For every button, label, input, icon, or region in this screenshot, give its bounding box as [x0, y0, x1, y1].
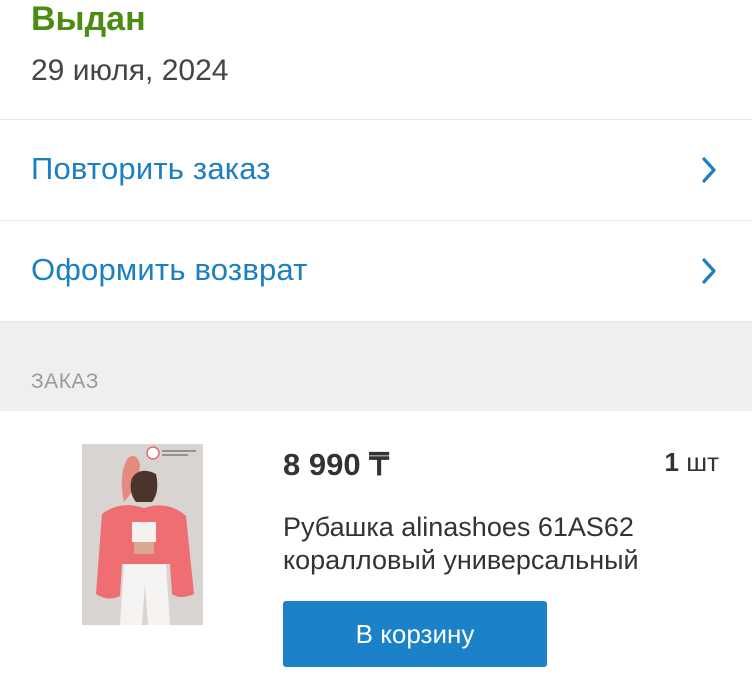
item-quantity-unit: шт — [686, 447, 719, 477]
section-title: ЗАКАЗ — [31, 370, 99, 393]
item-quantity-number: 1 — [664, 447, 679, 477]
item-quantity: 1 шт — [665, 447, 719, 478]
chevron-right-icon — [696, 155, 722, 185]
order-status: Выдан — [31, 0, 146, 38]
repeat-order-label: Повторить заказ — [31, 151, 271, 186]
add-to-cart-button[interactable]: В корзину — [283, 601, 547, 667]
repeat-order-row[interactable]: Повторить заказ — [0, 120, 752, 221]
order-section-header: ЗАКАЗ — [0, 322, 752, 411]
item-price: 8 990 ₸ — [283, 447, 389, 482]
item-name[interactable]: Рубашка alinashoes 61AS62 коралловый уни… — [283, 511, 703, 577]
return-order-label: Оформить возврат — [31, 252, 308, 287]
return-order-row[interactable]: Оформить возврат — [0, 221, 752, 322]
order-item: 8 990 ₸ 1 шт Рубашка alinashoes 61AS62 к… — [0, 411, 752, 700]
product-image[interactable] — [82, 444, 203, 625]
order-status-block: Выдан 29 июля, 2024 — [0, 0, 752, 120]
order-date: 29 июля, 2024 — [31, 54, 229, 87]
chevron-right-icon — [696, 256, 722, 286]
